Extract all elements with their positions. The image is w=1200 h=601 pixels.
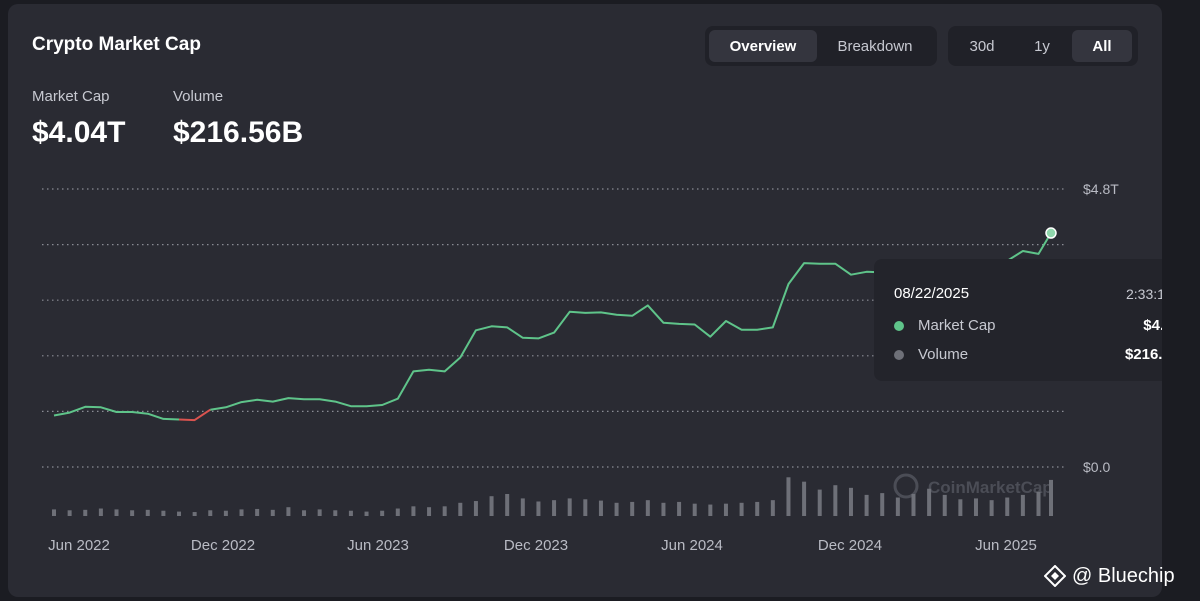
volume-bar <box>677 501 682 516</box>
volume-dot-icon <box>894 350 904 360</box>
volume-bar <box>302 510 307 516</box>
volume-bar <box>317 509 322 516</box>
volume-bar <box>520 498 525 516</box>
volume-bar <box>989 500 994 516</box>
volume-bar <box>489 496 494 516</box>
volume-bar <box>395 508 400 516</box>
tooltip-row-volume: Volume $216.56B <box>894 345 1162 365</box>
volume-bar <box>286 507 291 516</box>
volume-bar <box>114 509 119 516</box>
volume-bar <box>661 502 666 516</box>
x-tick-label: Dec 2022 <box>191 537 255 554</box>
market-cap-line-segment <box>53 405 180 421</box>
volume-bar <box>208 510 213 516</box>
tooltip-volume-label: Volume <box>918 346 969 363</box>
volume-bar <box>161 510 166 516</box>
volume-bar <box>755 501 760 516</box>
volume-bar <box>52 509 56 516</box>
brand-watermark: @ Bluechip <box>1044 562 1175 590</box>
volume-bar <box>614 502 619 516</box>
volume-bar <box>255 508 260 516</box>
volume-bar <box>864 494 869 516</box>
y-tick-label: $0.0 <box>1083 459 1110 475</box>
volume-bar <box>177 511 182 516</box>
volume-bar <box>583 499 588 516</box>
volume-bar <box>958 499 963 516</box>
volume-bar <box>1049 479 1053 516</box>
y-tick-label: $4.8T <box>1083 181 1119 197</box>
volume-bar <box>833 485 838 516</box>
volume-bar <box>223 510 228 516</box>
volume-bar <box>692 503 697 516</box>
volume-bar <box>911 494 916 516</box>
volume-bar <box>708 504 713 516</box>
volume-bar <box>630 501 635 516</box>
hover-point <box>1045 227 1057 239</box>
volume-bar <box>802 481 807 516</box>
volume-bar <box>567 498 572 516</box>
volume-bar <box>552 500 557 516</box>
volume-bar <box>333 510 338 516</box>
tooltip-time: 2:33:16 PM <box>1126 286 1162 302</box>
watermark-text: CoinMarketCap <box>928 478 1053 497</box>
volume-bar <box>270 509 275 516</box>
x-tick-label: Jun 2025 <box>975 537 1037 554</box>
volume-bar <box>411 506 416 516</box>
volume-bar <box>364 511 369 516</box>
tooltip-date: 08/22/2025 <box>894 285 970 302</box>
volume-bar <box>927 488 932 516</box>
volume-bar <box>98 508 103 516</box>
volume-bar <box>505 494 510 516</box>
tooltip-market-cap-value: $4.04T <box>1143 317 1162 334</box>
tooltip-market-cap-label: Market Cap <box>918 317 996 334</box>
volume-bar <box>1036 491 1041 516</box>
volume-bar <box>348 510 353 516</box>
x-tick-label: Jun 2022 <box>48 537 110 554</box>
tooltip-volume-value: $216.56B <box>1124 346 1162 363</box>
brand-text: @ Bluechip <box>1072 564 1175 587</box>
volume-bar <box>895 497 900 516</box>
volume-bar <box>427 507 432 516</box>
volume-bar <box>130 510 135 516</box>
volume-bar <box>442 506 447 516</box>
volume-bar <box>239 509 244 516</box>
volume-bar <box>848 487 853 516</box>
market-cap-card: Crypto Market Cap Overview Breakdown 30d… <box>8 4 1162 597</box>
x-tick-label: Dec 2023 <box>504 537 568 554</box>
volume-bar <box>380 510 385 516</box>
volume-bar <box>192 512 197 516</box>
tooltip-row-market-cap: Market Cap $4.04T <box>894 316 1162 336</box>
volume-bar <box>458 502 463 516</box>
volume-bar <box>817 489 822 516</box>
coinmarketcap-watermark: CoinMarketCap <box>893 473 1053 499</box>
volume-bar <box>942 494 947 516</box>
chart-tooltip: 08/22/2025 2:33:16 PM Market Cap $4.04T … <box>874 259 1162 381</box>
bluechip-diamond-icon <box>1044 565 1066 587</box>
x-tick-label: Jun 2024 <box>661 537 723 554</box>
volume-bar <box>770 500 775 516</box>
volume-bar <box>786 477 791 516</box>
market-cap-line-segment <box>178 408 211 422</box>
volume-bar <box>880 493 885 516</box>
volume-bar <box>145 509 150 516</box>
volume-bar <box>83 509 88 516</box>
volume-bar <box>723 503 728 516</box>
volume-bar <box>1020 494 1025 516</box>
market-cap-dot-icon <box>894 321 904 331</box>
volume-bar <box>67 510 72 516</box>
volume-bar <box>739 502 744 516</box>
coinmarketcap-logo-icon <box>893 473 919 499</box>
x-tick-label: Dec 2024 <box>818 537 882 554</box>
x-tick-label: Jun 2023 <box>347 537 409 554</box>
volume-bar <box>598 500 603 516</box>
volume-bar <box>1005 497 1010 516</box>
volume-bar <box>473 501 478 516</box>
volume-bar <box>536 501 541 516</box>
volume-bar <box>973 498 978 516</box>
volume-bar <box>645 500 650 516</box>
